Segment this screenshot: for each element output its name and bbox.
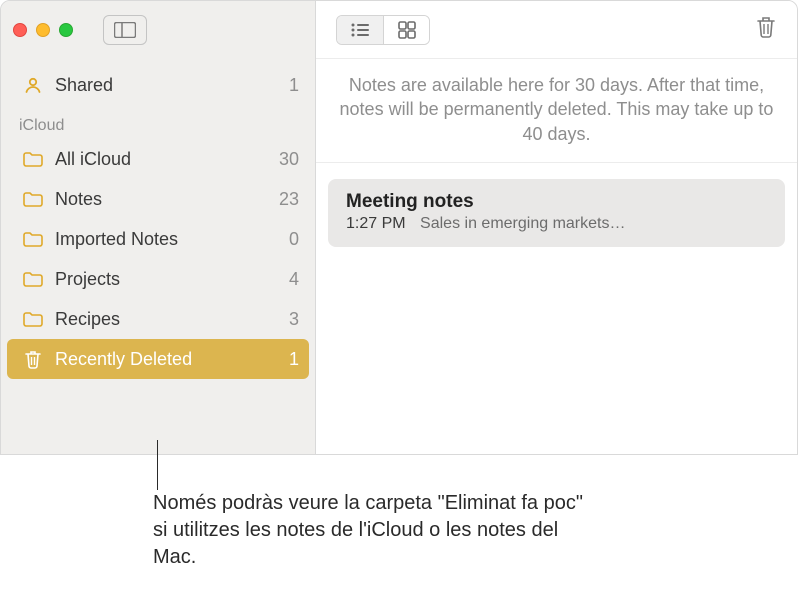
sidebar-item-count: 4 — [289, 269, 299, 290]
sidebar-item-recipes[interactable]: Recipes 3 — [1, 299, 315, 339]
note-title: Meeting notes — [346, 191, 767, 213]
main-panel: Notes are available here for 30 days. Af… — [316, 1, 797, 454]
toolbar — [316, 1, 797, 59]
sidebar-item-count: 0 — [289, 229, 299, 250]
sidebar-section-icloud: iCloud — [1, 105, 315, 139]
sidebar-list: Shared 1 iCloud All iCloud 30 Notes 23 — [1, 59, 315, 379]
sidebar-item-shared[interactable]: Shared 1 — [1, 65, 315, 105]
folder-icon — [23, 191, 43, 207]
folder-icon — [23, 231, 43, 247]
trash-icon — [755, 15, 777, 39]
sidebar-header — [1, 1, 315, 59]
grid-icon — [398, 21, 416, 39]
sidebar-item-count: 1 — [289, 349, 299, 370]
sidebar-item-label: Notes — [55, 189, 267, 210]
sidebar-item-all-icloud[interactable]: All iCloud 30 — [1, 139, 315, 179]
sidebar-item-count: 1 — [289, 75, 299, 96]
sidebar-item-count: 23 — [279, 189, 299, 210]
note-preview: Sales in emerging markets… — [420, 215, 625, 232]
sidebar-item-projects[interactable]: Projects 4 — [1, 259, 315, 299]
list-icon — [350, 22, 370, 38]
sidebar: Shared 1 iCloud All iCloud 30 Notes 23 — [1, 1, 316, 454]
sidebar-item-count: 30 — [279, 149, 299, 170]
sidebar-item-label: Recipes — [55, 309, 277, 330]
sidebar-item-label: All iCloud — [55, 149, 267, 170]
folder-icon — [23, 271, 43, 287]
close-window-button[interactable] — [13, 23, 27, 37]
folder-icon — [23, 311, 43, 327]
callout-text: Només podràs veure la carpeta "Eliminat … — [153, 490, 583, 571]
sidebar-item-label: Recently Deleted — [55, 349, 277, 370]
sidebar-item-label: Imported Notes — [55, 229, 277, 250]
note-meta: 1:27 PM Sales in emerging markets… — [346, 215, 767, 233]
minimize-window-button[interactable] — [36, 23, 50, 37]
sidebar-item-recently-deleted[interactable]: Recently Deleted 1 — [7, 339, 309, 379]
list-view-button[interactable] — [337, 16, 383, 44]
window-controls — [13, 23, 73, 37]
sidebar-item-imported-notes[interactable]: Imported Notes 0 — [1, 219, 315, 259]
maximize-window-button[interactable] — [59, 23, 73, 37]
app-window: Shared 1 iCloud All iCloud 30 Notes 23 — [0, 0, 798, 455]
grid-view-button[interactable] — [383, 16, 429, 44]
delete-button[interactable] — [755, 15, 777, 44]
note-time: 1:27 PM — [346, 215, 406, 232]
callout-leader-line — [157, 440, 158, 490]
sidebar-icon — [114, 22, 136, 38]
folder-icon — [23, 151, 43, 167]
note-list-item[interactable]: Meeting notes 1:27 PM Sales in emerging … — [328, 179, 785, 247]
sidebar-item-label: Projects — [55, 269, 277, 290]
trash-icon — [23, 349, 43, 369]
deletion-info-text: Notes are available here for 30 days. Af… — [316, 59, 797, 163]
view-mode-toggle — [336, 15, 430, 45]
toggle-sidebar-button[interactable] — [103, 15, 147, 45]
sidebar-item-count: 3 — [289, 309, 299, 330]
shared-icon — [23, 75, 43, 95]
sidebar-item-notes[interactable]: Notes 23 — [1, 179, 315, 219]
sidebar-item-label: Shared — [55, 75, 277, 96]
